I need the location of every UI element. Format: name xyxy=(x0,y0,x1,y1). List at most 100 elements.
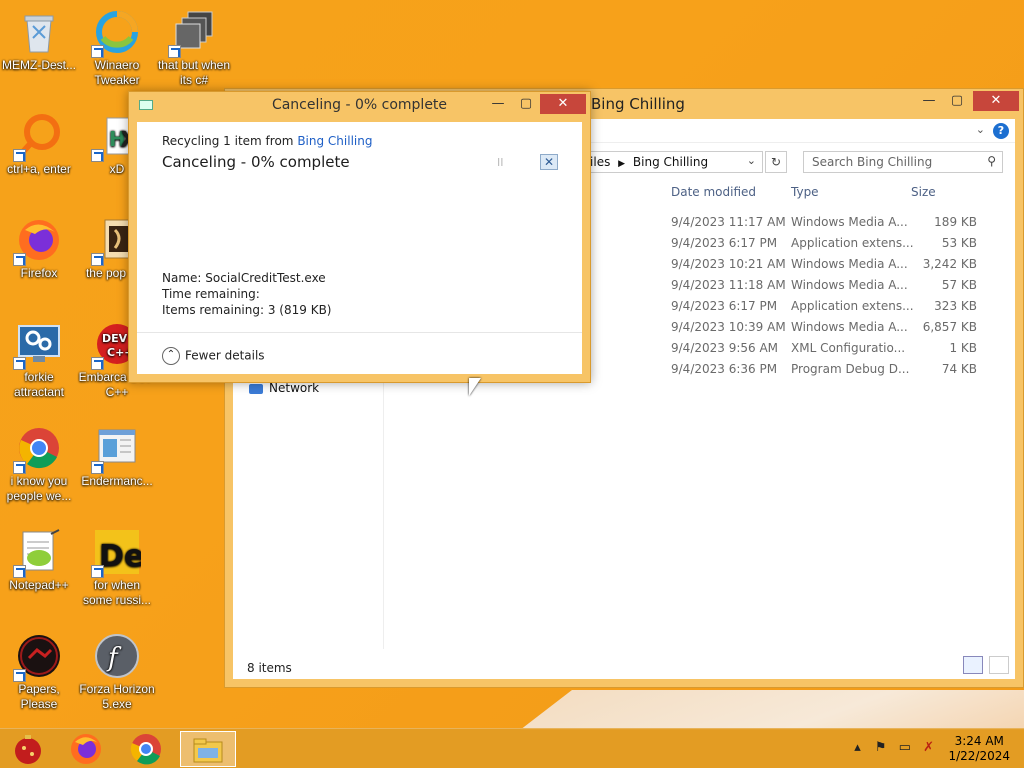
detail-items-label: Items remaining: xyxy=(162,303,265,317)
file-date: 9/4/2023 10:39 AM xyxy=(671,320,786,334)
desktop-icon-chrome[interactable]: i know you people we... xyxy=(0,424,78,504)
desktop-icon-winaero[interactable]: Winaero Tweaker xyxy=(78,8,156,88)
stop-button[interactable]: ✕ xyxy=(540,154,558,170)
taskbar-start-button[interactable] xyxy=(0,731,56,767)
search-placeholder: Search Bing Chilling xyxy=(812,155,933,169)
system-tray: ▴ ⚑ ▭ ✗ xyxy=(854,740,934,755)
shortcut-arrow-icon xyxy=(91,149,104,162)
details-view-icon[interactable] xyxy=(963,656,984,674)
desktop-icon-memz[interactable]: MEMZ-Dest... xyxy=(0,8,78,73)
file-explorer-icon xyxy=(193,738,223,763)
breadcrumb: Files ▶ Bing Chilling xyxy=(584,155,708,169)
firefox-icon xyxy=(13,216,63,266)
file-date: 9/4/2023 11:18 AM xyxy=(671,278,786,292)
taskbar-chrome[interactable] xyxy=(118,731,174,767)
desktop-icon-label: i know you people we... xyxy=(6,474,72,503)
file-type: Windows Media A... xyxy=(791,257,908,271)
desktop-icon-forza[interactable]: f Forza Horizon 5.exe xyxy=(78,632,156,712)
pause-icon[interactable]: II xyxy=(497,156,504,169)
notepadpp-icon xyxy=(13,528,63,578)
recycle-source: Recycling 1 item from Bing Chilling xyxy=(162,134,372,148)
search-input[interactable]: Search Bing Chilling ⚲ xyxy=(803,151,1003,173)
desktop-icon-endermanc[interactable]: Endermanc... xyxy=(78,424,156,489)
desktop-icon-label: forkie attractant xyxy=(13,370,65,399)
desktop-icon-firefox[interactable]: Firefox xyxy=(0,216,78,281)
dialog-body: Recycling 1 item from Bing Chilling Canc… xyxy=(137,122,582,374)
network-icon[interactable]: ▭ xyxy=(899,740,911,755)
desktop-icon-notepadpp[interactable]: Notepad++ xyxy=(0,528,78,593)
show-hidden-icons-icon[interactable]: ▴ xyxy=(854,740,861,755)
flash-icon: f xyxy=(93,632,141,680)
desktop-icon-label: Papers, Please xyxy=(18,682,60,711)
explorer-close-button[interactable]: ✕ xyxy=(973,91,1019,111)
file-type: XML Configuratio... xyxy=(791,341,906,355)
recycle-source-link[interactable]: Bing Chilling xyxy=(297,134,372,148)
svg-text:De: De xyxy=(99,539,141,574)
desktop-icon-label: Winaero Tweaker xyxy=(94,58,140,87)
detail-items-value: 3 (819 KB) xyxy=(267,303,332,317)
desktop-icon-label: Forza Horizon 5.exe xyxy=(79,682,155,711)
desktop-icon-forkie[interactable]: forkie attractant xyxy=(0,320,78,400)
volume-muted-icon[interactable]: ✗ xyxy=(923,740,934,755)
dialog-close-button[interactable]: ✕ xyxy=(540,94,586,114)
desktop-icon-papers-please[interactable]: Papers, Please xyxy=(0,632,78,712)
stacked-windows-icon xyxy=(168,8,218,58)
desktop-icon-label: Endermanc... xyxy=(81,474,153,488)
clock-date: 1/22/2024 xyxy=(948,749,1010,763)
expand-ribbon-icon[interactable]: ⌄ xyxy=(976,123,985,136)
nav-item-network[interactable]: Network xyxy=(249,381,319,395)
taskbar-firefox[interactable] xyxy=(58,731,114,767)
search-icon: ⚲ xyxy=(987,154,996,168)
refresh-button[interactable]: ↻ xyxy=(765,151,787,173)
chrome-icon xyxy=(130,734,161,765)
dialog-maximize-button[interactable]: ▢ xyxy=(512,94,540,114)
detail-items: Items remaining: 3 (819 KB) xyxy=(162,303,332,317)
chrome-icon xyxy=(13,424,63,474)
action-center-flag-icon[interactable]: ⚑ xyxy=(875,740,887,755)
file-date: 9/4/2023 11:17 AM xyxy=(671,215,786,229)
network-icon xyxy=(249,383,263,394)
explorer-title: Bing Chilling xyxy=(591,95,685,113)
wallpaper-shape xyxy=(520,690,1024,730)
column-header-size[interactable]: Size xyxy=(911,185,936,199)
fewer-details-button[interactable]: ⌃ Fewer details xyxy=(162,347,265,365)
file-date: 9/4/2023 6:17 PM xyxy=(671,299,778,313)
dialog-minimize-button[interactable]: — xyxy=(484,94,512,114)
desktop-icon-label: Notepad++ xyxy=(9,578,69,592)
breadcrumb-bing-chilling[interactable]: Bing Chilling xyxy=(633,155,708,169)
file-size: 1 KB xyxy=(949,341,977,355)
firefox-icon xyxy=(71,734,101,764)
desktop-icon-russi[interactable]: De for when some russi... xyxy=(78,528,156,608)
status-bar-item-count: 8 items xyxy=(247,661,292,675)
desktop-icon-ctrl-a[interactable]: ctrl+a, enter xyxy=(0,112,78,177)
shortcut-arrow-icon xyxy=(168,45,181,58)
file-date: 9/4/2023 6:36 PM xyxy=(671,362,778,376)
desktop-icon-label: MEMZ-Dest... xyxy=(2,58,76,72)
chevron-up-icon: ⌃ xyxy=(162,347,180,365)
shortcut-arrow-icon xyxy=(13,669,26,682)
column-header-date[interactable]: Date modified xyxy=(671,185,756,199)
file-date: 9/4/2023 10:21 AM xyxy=(671,257,786,271)
help-icon[interactable]: ? xyxy=(993,123,1009,139)
file-type: Application extens... xyxy=(791,299,914,313)
taskbar-clock[interactable]: 3:24 AM 1/22/2024 xyxy=(948,734,1010,764)
fewer-details-label: Fewer details xyxy=(185,348,265,363)
detail-time-label: Time remaining: xyxy=(162,287,260,301)
address-dropdown-icon[interactable]: ⌄ xyxy=(747,154,756,167)
explorer-maximize-button[interactable]: ▢ xyxy=(943,91,971,111)
document-window-icon xyxy=(91,424,141,474)
taskbar-file-explorer[interactable] xyxy=(180,731,236,767)
shortcut-arrow-icon xyxy=(91,357,104,370)
large-icons-view-icon[interactable] xyxy=(989,656,1009,674)
recycle-source-prefix: Recycling 1 item from xyxy=(162,134,294,148)
desktop-icon-label: for when some russi... xyxy=(82,578,151,607)
recycle-progress-dialog[interactable]: Canceling - 0% complete — ▢ ✕ Recycling … xyxy=(128,91,591,383)
desktop-icon-that-but[interactable]: that but when its c# xyxy=(155,8,233,88)
svg-text:DEV: DEV xyxy=(102,332,128,345)
shortcut-arrow-icon xyxy=(91,565,104,578)
explorer-minimize-button[interactable]: — xyxy=(915,91,943,111)
column-header-type[interactable]: Type xyxy=(791,185,819,199)
detail-time: Time remaining: xyxy=(162,287,260,301)
detail-name-value: SocialCreditTest.exe xyxy=(205,271,326,285)
shortcut-arrow-icon xyxy=(13,357,26,370)
